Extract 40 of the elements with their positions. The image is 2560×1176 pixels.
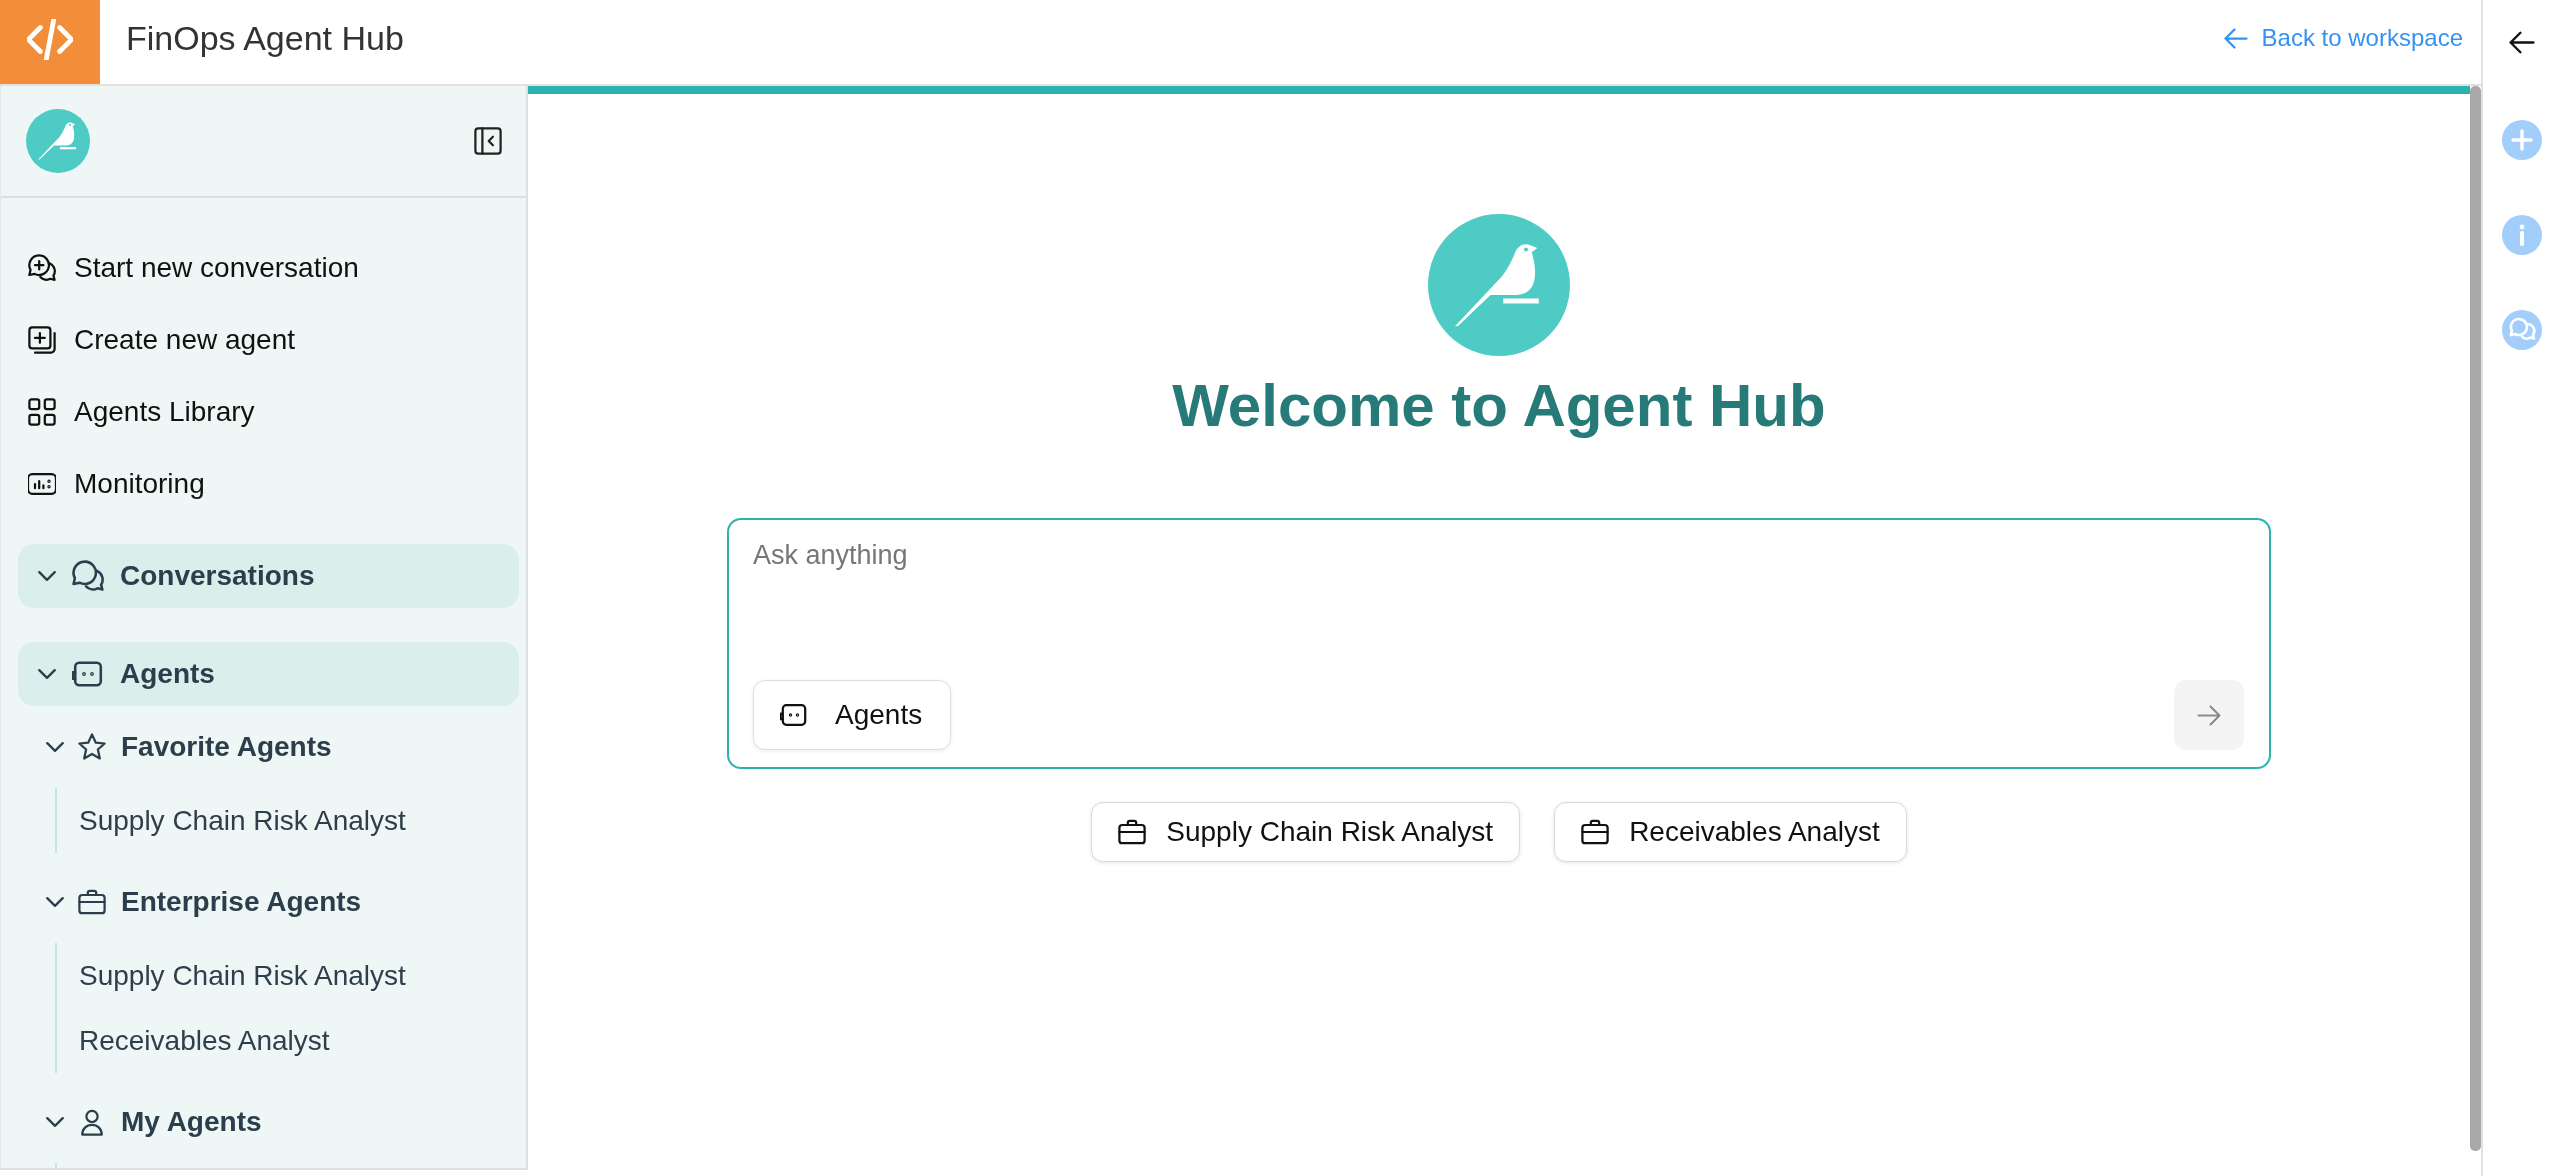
- arrow-right-icon: [2197, 704, 2221, 726]
- sidebar-item[interactable]: Start new conversation: [1, 232, 359, 304]
- info-icon[interactable]: [2501, 215, 2542, 255]
- sidebar-item[interactable]: Agents Library: [1, 376, 255, 448]
- suggestion-chip[interactable]: Receivables Analyst: [1554, 802, 1907, 862]
- arrow-left-icon: [2223, 27, 2248, 49]
- section-header[interactable]: Agents: [18, 642, 519, 706]
- agents-button[interactable]: Agents: [753, 680, 952, 750]
- chat-plus-icon: [28, 254, 56, 282]
- briefcase-icon: [1581, 818, 1610, 846]
- suggestion-chip[interactable]: Supply Chain Risk Analyst: [1091, 802, 1521, 862]
- back-arrow-icon[interactable]: [2508, 31, 2535, 54]
- code-icon: [27, 18, 73, 60]
- welcome-title: Welcome to Agent Hub: [1172, 371, 1826, 441]
- star-icon: [78, 733, 106, 761]
- briefcase-icon: [78, 888, 106, 916]
- add-icon[interactable]: [2501, 120, 2542, 160]
- prompt-field[interactable]: Ask anything Agents: [727, 518, 2271, 769]
- collapse-sidebar-icon[interactable]: [474, 127, 502, 155]
- person-icon: [78, 1108, 106, 1136]
- add-square-icon: [28, 326, 56, 354]
- chat-bubbles-icon[interactable]: [2501, 310, 2542, 350]
- agent-item[interactable]: Receivables Analyst: [79, 1008, 330, 1073]
- group-header[interactable]: Favorite Agents: [1, 717, 332, 777]
- chat-bubbles-icon: [72, 560, 104, 592]
- group-header[interactable]: Enterprise Agents: [1, 872, 362, 932]
- prompt-input[interactable]: Ask anything: [753, 538, 2244, 670]
- scrollbar-thumb[interactable]: [2470, 86, 2481, 1151]
- robot-icon: [780, 701, 808, 729]
- briefcase-icon: [1118, 818, 1147, 846]
- sidebar-item[interactable]: Monitoring: [1, 448, 205, 520]
- grid-icon: [28, 398, 56, 426]
- group-header[interactable]: My Agents: [1, 1092, 262, 1152]
- section-header[interactable]: Conversations: [18, 544, 519, 608]
- sidebar-item[interactable]: Create new agent: [1, 304, 296, 376]
- app-title: FinOps Agent Hub: [126, 18, 404, 58]
- bird-icon: [26, 109, 90, 173]
- agent-item[interactable]: Supply Chain Risk Analyst: [79, 943, 406, 1008]
- agent-item[interactable]: Supply Chain Risk Analyst: [79, 788, 406, 853]
- chart-panel-icon: [28, 470, 56, 498]
